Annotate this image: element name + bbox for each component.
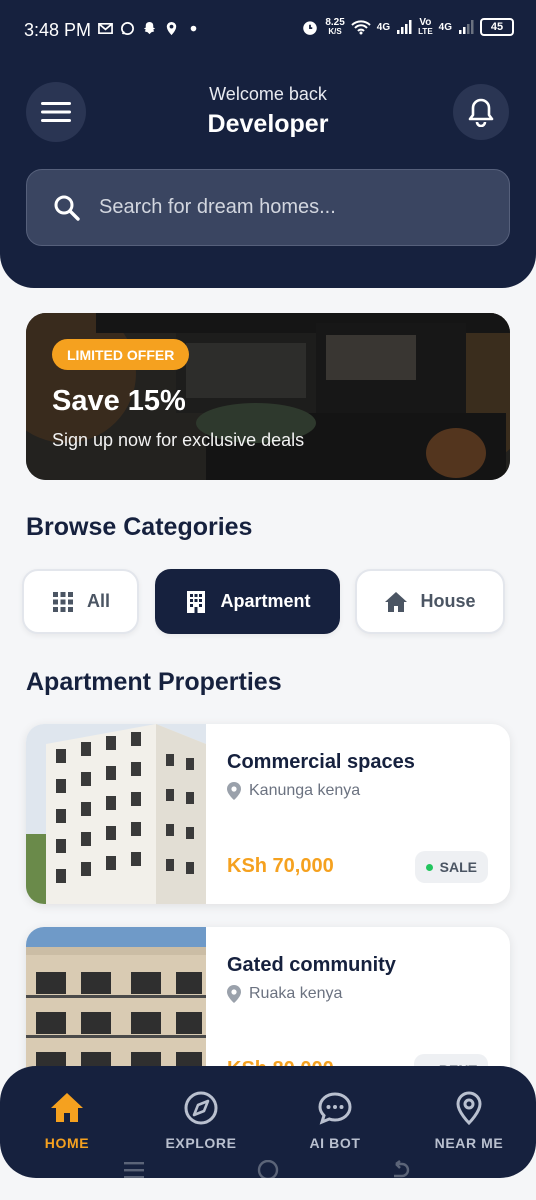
map-pin-icon — [227, 985, 241, 1003]
category-label: House — [420, 591, 476, 611]
volte-label: Vo LTE — [418, 17, 433, 37]
status-label: SALE — [439, 859, 477, 875]
nav-ai-bot[interactable]: AI BOT — [270, 1090, 400, 1151]
bottom-spacer — [0, 1178, 536, 1200]
category-label: Apartment — [220, 591, 311, 611]
snapchat-icon — [143, 21, 156, 35]
promo-banner[interactable]: LIMITED OFFER Save 15% Sign up now for e… — [26, 313, 510, 480]
notifications-button[interactable] — [453, 84, 509, 140]
nav-label: NEAR ME — [434, 1135, 504, 1151]
whatsapp-icon — [121, 22, 134, 35]
alarm-icon — [303, 21, 318, 35]
network-type-2: 4G — [438, 21, 452, 33]
wifi-icon — [351, 20, 371, 35]
dot-icon — [190, 25, 197, 32]
properties-title: Apartment Properties — [26, 668, 282, 696]
recent-apps-icon[interactable] — [124, 1162, 144, 1179]
search-input[interactable] — [99, 196, 479, 219]
grid-icon — [52, 591, 73, 612]
speed-unit: K/S — [328, 27, 342, 36]
category-label: All — [86, 591, 110, 611]
status-bar: 3:48 PM 8.25 K/S 4G Vo LTE 4G 45 — [0, 0, 536, 60]
home-system-icon[interactable] — [257, 1160, 279, 1181]
bell-icon — [468, 98, 494, 127]
chat-bubble-icon — [318, 1092, 352, 1125]
status-time: 3:48 PM — [24, 20, 92, 40]
category-chip-house[interactable]: House — [355, 569, 505, 634]
nav-explore[interactable]: EXPLORE — [136, 1090, 266, 1151]
status-badge: SALE — [414, 851, 488, 883]
volte-top: Vo — [419, 17, 432, 28]
system-icons: 8.25 K/S 4G Vo LTE 4G 45 — [301, 18, 514, 36]
network-type-1: 4G — [376, 21, 391, 33]
location-text: Ruaka kenya — [249, 985, 343, 1002]
search-icon — [54, 195, 80, 221]
back-icon[interactable] — [394, 1160, 410, 1178]
limited-offer-badge: LIMITED OFFER — [52, 339, 190, 370]
nav-label: EXPLORE — [165, 1135, 237, 1151]
banner-title: Save 15% — [52, 385, 186, 417]
nav-near-me[interactable]: NEAR ME — [404, 1090, 534, 1151]
property-price: KSh 70,000 — [227, 855, 334, 877]
banner-subtitle: Sign up now for exclusive deals — [52, 430, 305, 450]
gmail-icon — [98, 22, 113, 35]
nav-label: AI BOT — [309, 1135, 361, 1151]
speed-value: 8.25 — [325, 17, 345, 28]
nav-label: HOME — [44, 1135, 90, 1151]
status-dot — [425, 863, 433, 871]
location-icon — [166, 21, 177, 36]
search-bar[interactable] — [26, 169, 510, 246]
property-title: Commercial spaces — [227, 751, 415, 773]
categories-title: Browse Categories — [26, 513, 253, 541]
map-pin-icon — [456, 1091, 482, 1126]
signal-icon-2 — [459, 20, 474, 34]
signal-icon — [397, 20, 412, 34]
volte-bottom: LTE — [418, 27, 433, 36]
property-location: Kanunga kenya — [227, 782, 360, 800]
home-icon — [385, 591, 408, 612]
property-card[interactable]: Commercial spaces Kanunga kenya KSh 70,0… — [26, 724, 510, 904]
header: 3:48 PM 8.25 K/S 4G Vo LTE 4G 45 Welcome b… — [0, 0, 536, 288]
building-icon — [187, 590, 206, 613]
property-location: Ruaka kenya — [227, 985, 342, 1003]
location-text: Kanunga kenya — [249, 782, 361, 799]
compass-icon — [184, 1091, 218, 1125]
network-speed: 8.25 K/S — [325, 17, 345, 37]
nav-home[interactable]: HOME — [2, 1090, 132, 1151]
notification-icons — [98, 21, 201, 36]
battery-indicator: 45 — [480, 18, 514, 36]
property-image — [26, 724, 206, 904]
property-title: Gated community — [227, 954, 396, 976]
category-chip-all[interactable]: All — [22, 569, 139, 634]
map-pin-icon — [227, 782, 241, 800]
category-chip-apartment[interactable]: Apartment — [155, 569, 340, 634]
home-icon — [51, 1093, 83, 1122]
